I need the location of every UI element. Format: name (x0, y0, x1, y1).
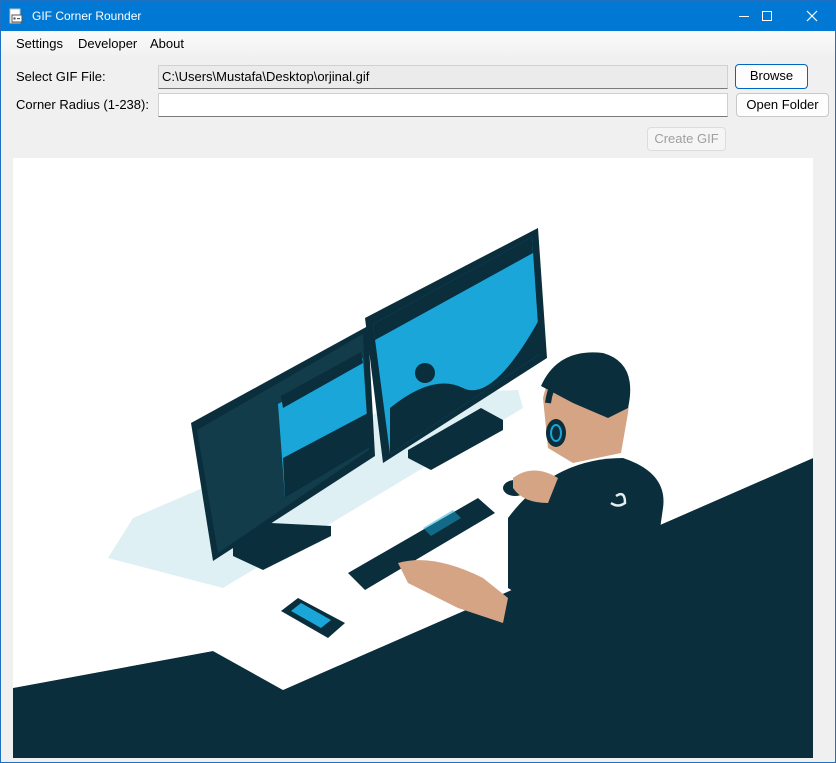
phone-icon (281, 598, 345, 638)
title-bar[interactable]: GIF Corner Rounder (1, 1, 835, 31)
app-window: GIF Corner Rounder Settings Developer Ab… (0, 0, 836, 763)
maximize-icon (762, 11, 772, 21)
browse-button[interactable]: Browse (735, 64, 808, 89)
close-button[interactable] (789, 1, 835, 31)
window-title: GIF Corner Rounder (32, 9, 142, 23)
app-icon (9, 8, 23, 24)
open-folder-button[interactable]: Open Folder (736, 93, 829, 117)
menu-bar: Settings Developer About (1, 31, 835, 55)
radius-input[interactable] (158, 93, 728, 117)
menu-settings[interactable]: Settings (16, 36, 63, 51)
menu-about[interactable]: About (150, 36, 184, 51)
gif-preview (13, 158, 813, 758)
file-path-field[interactable]: C:\Users\Mustafa\Desktop\orjinal.gif (158, 65, 728, 89)
radius-label: Corner Radius (1-238): (16, 97, 149, 112)
maximize-button[interactable] (744, 1, 790, 31)
file-label: Select GIF File: (16, 69, 106, 84)
menu-developer[interactable]: Developer (78, 36, 137, 51)
preview-illustration (13, 228, 813, 758)
close-icon (806, 10, 818, 22)
create-gif-button[interactable]: Create GIF (647, 127, 726, 151)
